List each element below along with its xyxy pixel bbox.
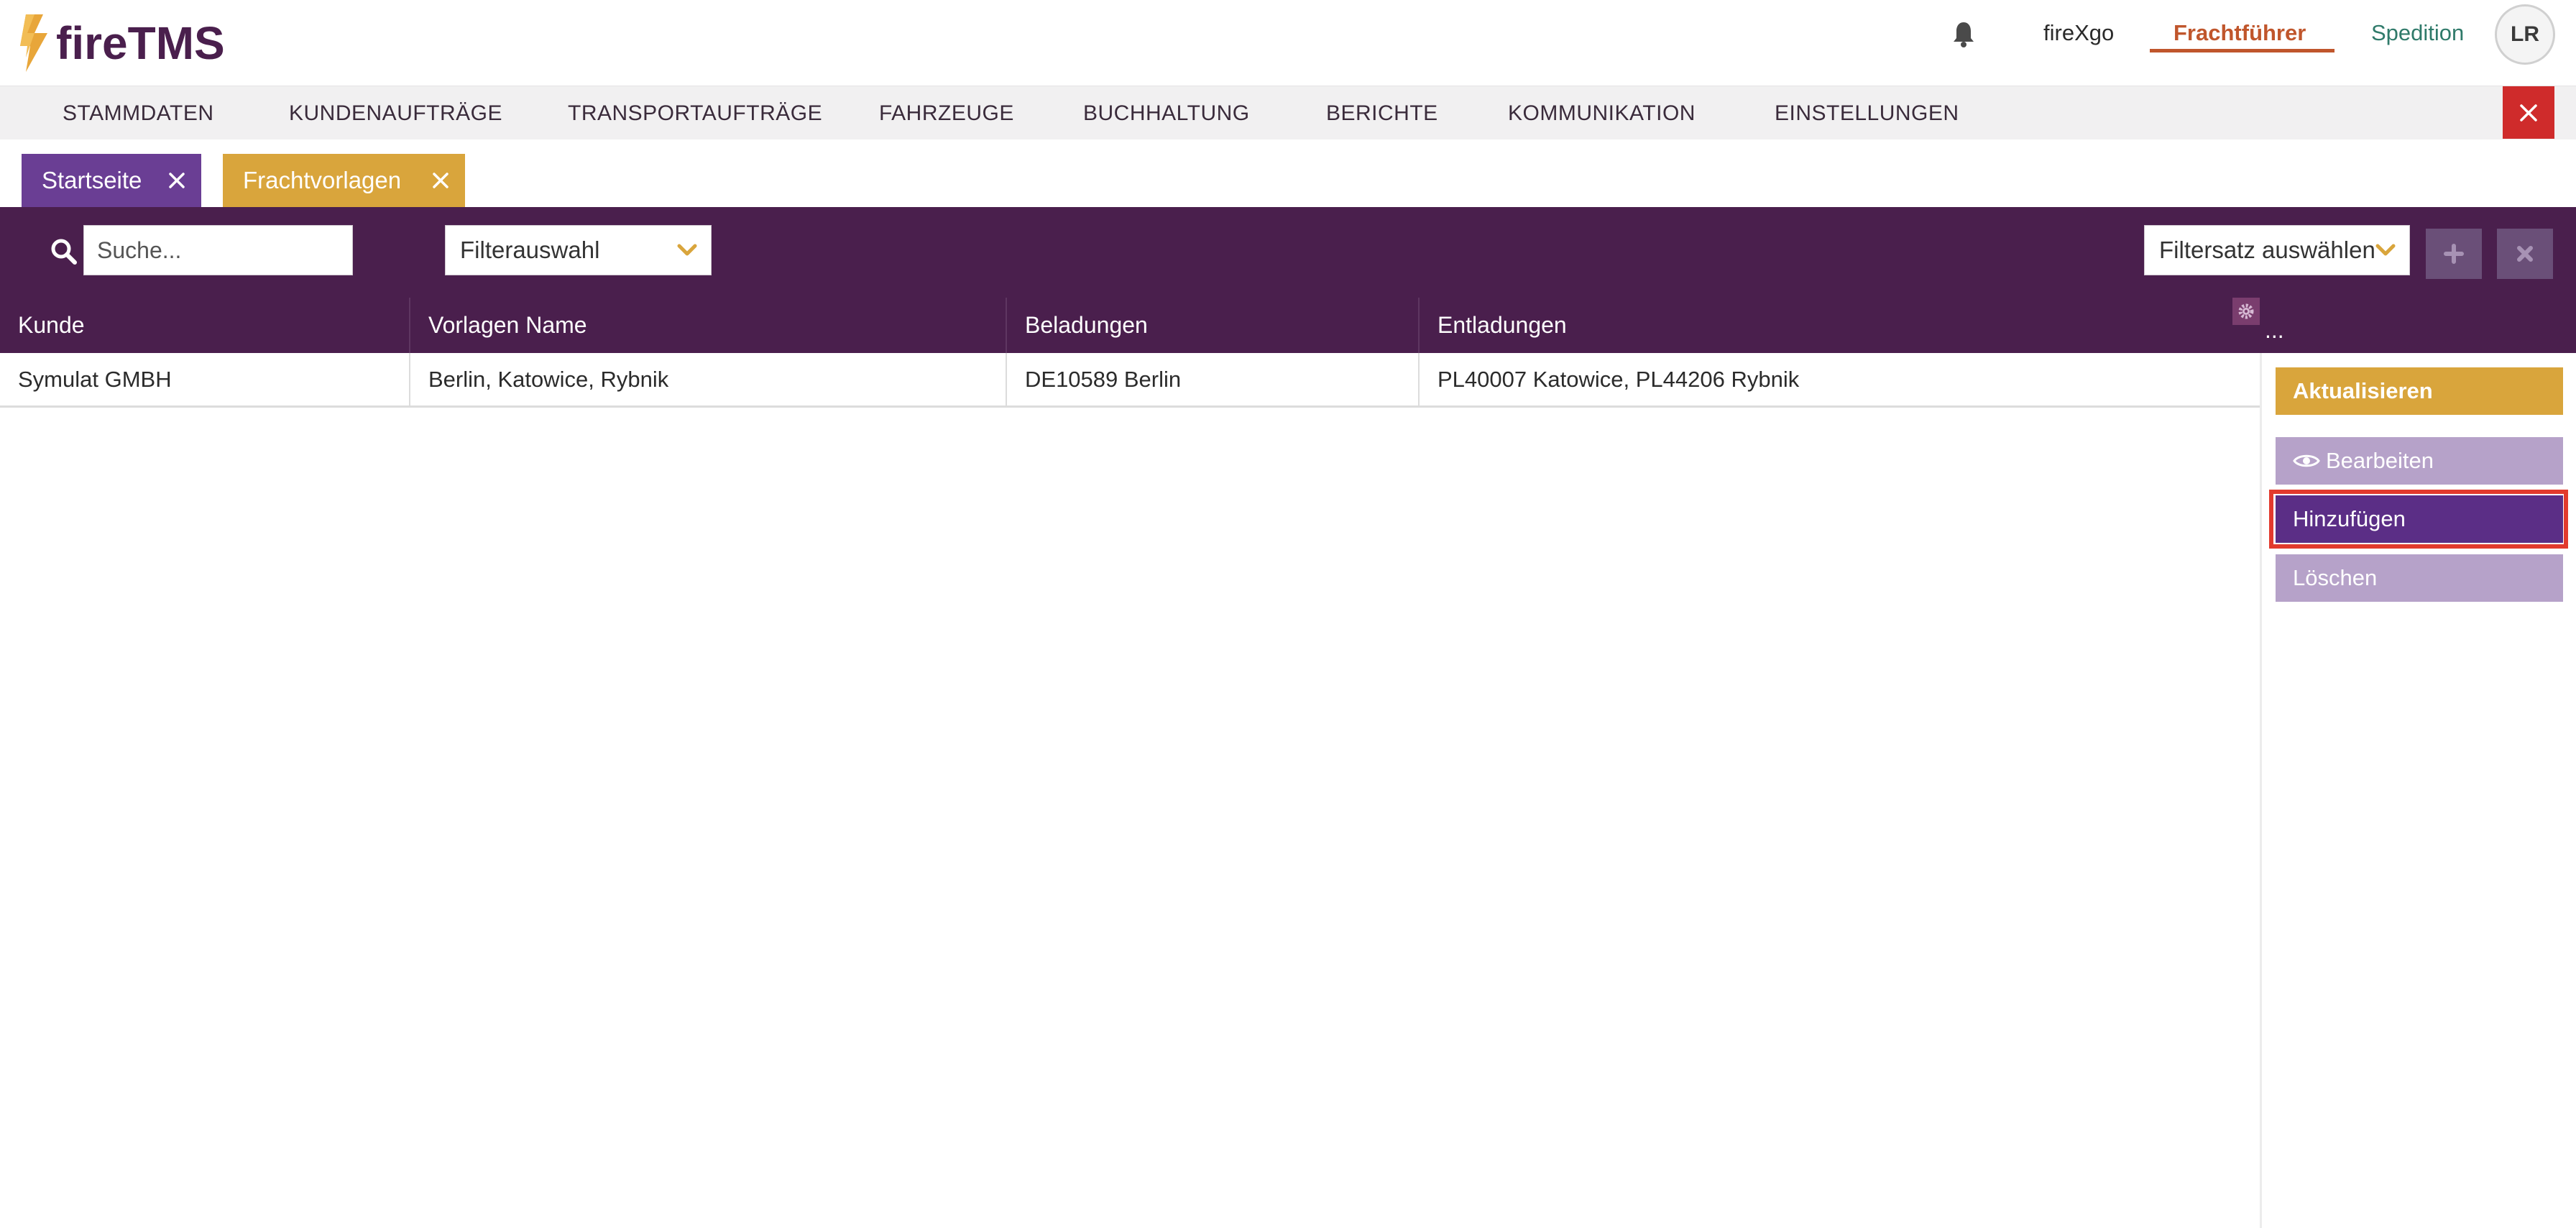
eye-icon (2293, 454, 2320, 467)
close-icon[interactable] (431, 170, 451, 191)
tab-bar: Startseite Frachtvorlagen (0, 139, 2576, 207)
tab-label: Frachtvorlagen (243, 167, 402, 193)
edit-button[interactable]: Bearbeiten (2276, 437, 2563, 485)
tab-label: Startseite (42, 167, 142, 193)
column-header-beladungen[interactable]: Beladungen (1007, 298, 1420, 353)
main-navigation: STAMMDATEN KUNDENAUFTRÄGE TRANSPORTAUFTR… (0, 86, 2576, 139)
column-header-more[interactable]: ... (2265, 298, 2284, 353)
actions-panel-divider (2260, 353, 2262, 1228)
cell-entladungen: PL40007 Katowice, PL44206 Rybnik (1438, 367, 1800, 392)
firetms-logo[interactable]: fireTMS (19, 14, 225, 72)
chevron-down-icon (2375, 242, 2396, 259)
close-all-tabs-button[interactable] (2503, 86, 2554, 139)
logo-text: fireTMS (56, 17, 225, 69)
column-header-entladungen[interactable]: Entladungen (1420, 298, 2260, 353)
plus-icon (2444, 244, 2464, 264)
add-button[interactable]: Hinzufügen (2276, 495, 2563, 543)
chevron-down-icon (676, 242, 698, 259)
nav-item-berichte[interactable]: BERICHTE (1326, 86, 1438, 140)
top-link-frachtfuehrer[interactable]: Frachtführer (2174, 19, 2306, 47)
filter-select-value: Filterauswahl (460, 237, 600, 263)
search-icon (51, 239, 77, 265)
nav-item-buchhaltung[interactable]: BUCHHALTUNG (1083, 86, 1250, 140)
filterset-select-value: Filtersatz auswählen (2159, 237, 2375, 263)
top-header: fireTMS fireXgo Frachtführer Spedition L… (0, 0, 2576, 86)
search-input[interactable] (83, 225, 353, 275)
nav-item-kommunikation[interactable]: KOMMUNIKATION (1508, 86, 1696, 140)
remove-filterset-button[interactable] (2497, 229, 2553, 279)
table-row[interactable]: Symulat GMBH Berlin, Katowice, Rybnik DE… (0, 353, 2261, 408)
user-avatar[interactable]: LR (2495, 4, 2555, 65)
nav-item-fahrzeuge[interactable]: FAHRZEUGE (879, 86, 1014, 140)
gear-icon (2238, 303, 2254, 319)
nav-item-einstellungen[interactable]: EINSTELLUNGEN (1775, 86, 1959, 140)
filter-bar: Filterauswahl Filtersatz auswählen (0, 207, 2576, 298)
active-link-underline (2150, 49, 2334, 52)
column-header-kunde[interactable]: Kunde (0, 298, 410, 353)
nav-item-transportauftraege[interactable]: TRANSPORTAUFTRÄGE (568, 86, 822, 140)
edit-button-label: Bearbeiten (2326, 448, 2434, 473)
filterset-select[interactable]: Filtersatz auswählen (2144, 225, 2410, 275)
tab-startseite[interactable]: Startseite (22, 154, 201, 207)
column-header-vorlagen-name[interactable]: Vorlagen Name (410, 298, 1007, 353)
cell-kunde: Symulat GMBH (0, 353, 410, 406)
tab-frachtvorlagen[interactable]: Frachtvorlagen (223, 154, 465, 207)
nav-item-kundenauftraege[interactable]: KUNDENAUFTRÄGE (289, 86, 502, 140)
flame-logo-icon (20, 14, 47, 72)
close-icon (2520, 104, 2537, 122)
close-icon[interactable] (167, 170, 187, 191)
top-link-firexgo[interactable]: fireXgo (2043, 19, 2114, 47)
top-link-spedition[interactable]: Spedition (2371, 19, 2464, 47)
table-header: Kunde Vorlagen Name Beladungen Entladung… (0, 298, 2576, 353)
filter-select[interactable]: Filterauswahl (445, 225, 712, 275)
add-filterset-button[interactable] (2426, 229, 2482, 279)
cell-vorlagen-name: Berlin, Katowice, Rybnik (410, 353, 1007, 406)
cell-beladungen: DE10589 Berlin (1007, 353, 1420, 406)
column-settings-button[interactable] (2232, 298, 2260, 325)
delete-button[interactable]: Löschen (2276, 554, 2563, 602)
refresh-button[interactable]: Aktualisieren (2276, 367, 2563, 415)
bell-icon[interactable] (1951, 20, 1977, 49)
nav-item-stammdaten[interactable]: STAMMDATEN (63, 86, 214, 140)
close-icon (2517, 246, 2533, 262)
